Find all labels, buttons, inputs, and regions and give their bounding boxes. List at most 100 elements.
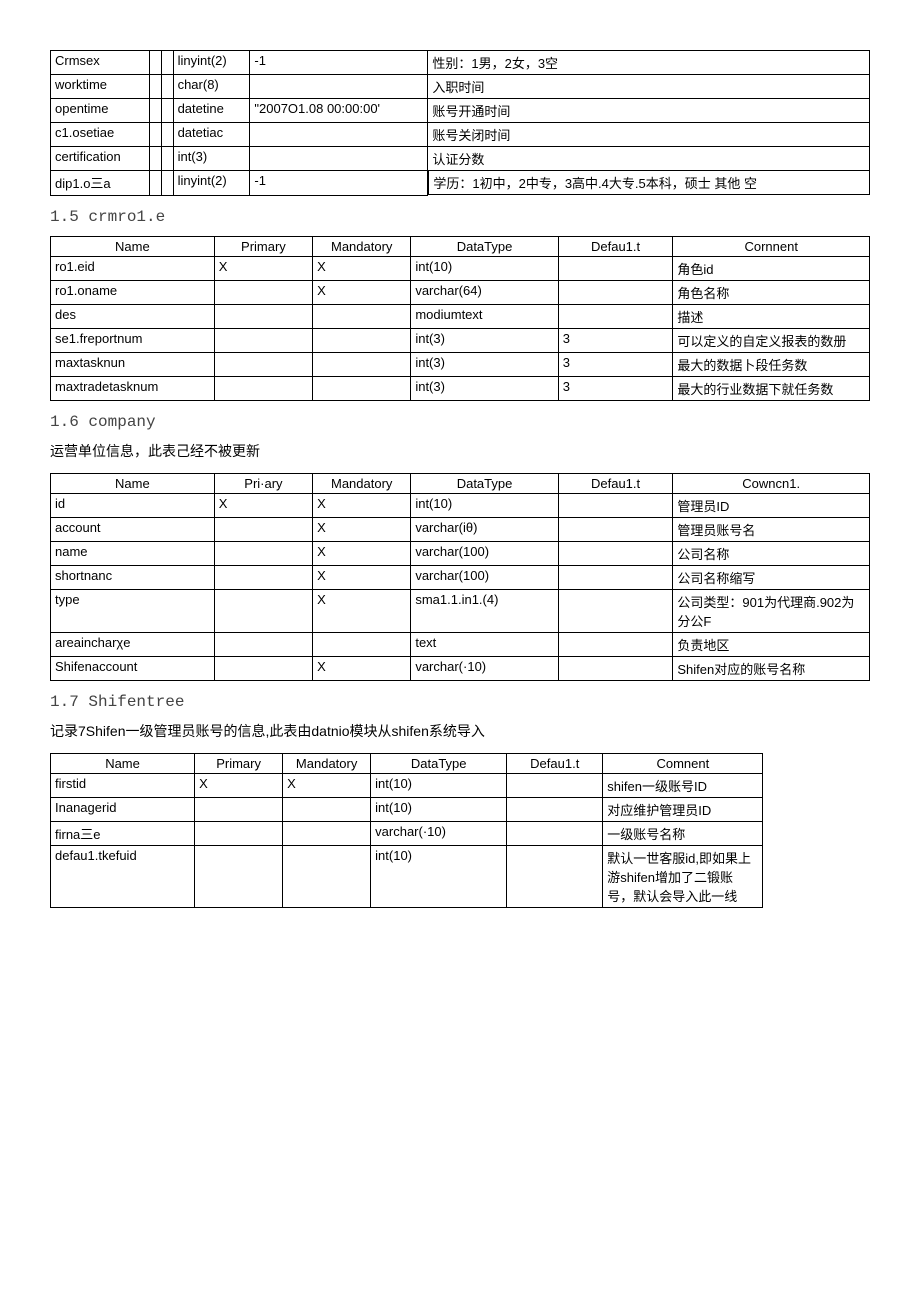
cell-default	[558, 541, 673, 565]
cell-datatype: varchar(·10)	[411, 656, 558, 680]
table-shifentree: Name Primary Mandatory DataType Defau1.t…	[50, 753, 763, 908]
cell-primary	[214, 328, 312, 352]
header-mandatory: Mandatory	[313, 473, 411, 493]
cell-datatype: int(10)	[371, 797, 507, 821]
cell-comment: 公司类型：901为代理商.902为分公F	[673, 589, 870, 632]
header-comment: Comnent	[603, 753, 763, 773]
cell-datatype: text	[411, 632, 558, 656]
cell-primary	[214, 656, 312, 680]
cell-default	[558, 493, 673, 517]
cell-mandatory: X	[313, 541, 411, 565]
table-row: ro1.eidXXint(10)角色id	[51, 256, 870, 280]
header-primary: Pri·ary	[214, 473, 312, 493]
cell-name: ro1.eid	[51, 256, 215, 280]
cell-primary	[195, 797, 283, 821]
cell-default: 3	[558, 328, 673, 352]
table-row: typeXsma1.1.in1.(4)公司类型：901为代理商.902为分公F	[51, 589, 870, 632]
cell-mandatory: X	[283, 773, 371, 797]
cell-name: id	[51, 493, 215, 517]
header-default: Defau1.t	[507, 753, 603, 773]
cell-primary	[214, 517, 312, 541]
cell-default	[558, 304, 673, 328]
cell-default	[250, 75, 428, 99]
header-name: Name	[51, 473, 215, 493]
cell-primary	[214, 304, 312, 328]
cell-comment: 认证分数	[428, 147, 870, 171]
table-row: defau1.tkefuidint(10)默认一世客服id,即如果上游shife…	[51, 845, 763, 907]
cell-datatype: int(3)	[173, 147, 250, 171]
cell-mandatory: X	[313, 280, 411, 304]
cell-default	[558, 632, 673, 656]
cell-datatype: datetiac	[173, 123, 250, 147]
cell-datatype: char(8)	[173, 75, 250, 99]
cell-datatype: varchar(·10)	[371, 821, 507, 845]
table-row: maxtradetasknumint(3)3最大的行业数据下就任务数	[51, 376, 870, 400]
table-row: shortnancXvarchar(100)公司名称缩写	[51, 565, 870, 589]
table-header-row: Name Primary Mandatory DataType Defau1.t…	[51, 753, 763, 773]
cell-name: Inanagerid	[51, 797, 195, 821]
cell-mandatory	[161, 99, 173, 123]
cell-comment: 性别：1男，2女，3空	[428, 51, 870, 75]
cell-datatype: int(3)	[411, 352, 558, 376]
cell-comment: Shifen对应的账号名称	[673, 656, 870, 680]
cell-primary	[149, 123, 161, 147]
table-row: firstidXXint(10)shifen一级账号ID	[51, 773, 763, 797]
header-primary: Primary	[195, 753, 283, 773]
cell-comment: 账号开通时间	[428, 99, 870, 123]
cell-datatype: int(3)	[411, 328, 558, 352]
cell-comment: 管理员账号名	[673, 517, 870, 541]
cell-name: firna三e	[51, 821, 195, 845]
cell-name: dip1.o三a	[51, 171, 150, 196]
table-row: areaincharχetext负责地区	[51, 632, 870, 656]
cell-datatype: int(10)	[411, 493, 558, 517]
cell-default	[558, 656, 673, 680]
cell-default	[558, 589, 673, 632]
header-mandatory: Mandatory	[313, 236, 411, 256]
cell-default	[558, 517, 673, 541]
cell-datatype: linyint(2)	[173, 171, 250, 196]
cell-comment: 角色名称	[673, 280, 870, 304]
table-row: Inanageridint(10)对应维护管理员ID	[51, 797, 763, 821]
cell-comment: 管理员ID	[673, 493, 870, 517]
cell-primary: X	[214, 256, 312, 280]
cell-comment: 负责地区	[673, 632, 870, 656]
cell-comment: 默认一世客服id,即如果上游shifen增加了二锻账号，默认会导入此一线	[603, 845, 763, 907]
table-row: dip1.o三alinyint(2)-1学历：1初中，2中专，3高中.4大专.5…	[51, 171, 870, 196]
cell-name: firstid	[51, 773, 195, 797]
cell-mandatory	[313, 376, 411, 400]
table-company: Name Pri·ary Mandatory DataType Defau1.t…	[50, 473, 870, 681]
cell-mandatory	[161, 123, 173, 147]
table-row: nameXvarchar(100)公司名称	[51, 541, 870, 565]
header-datatype: DataType	[411, 473, 558, 493]
cell-mandatory	[283, 845, 371, 907]
cell-mandatory	[283, 821, 371, 845]
cell-name: des	[51, 304, 215, 328]
cell-mandatory	[313, 352, 411, 376]
cell-name: maxtradetasknum	[51, 376, 215, 400]
cell-mandatory	[283, 797, 371, 821]
header-name: Name	[51, 753, 195, 773]
table-row: certificationint(3)认证分数	[51, 147, 870, 171]
cell-default	[558, 280, 673, 304]
cell-default	[507, 845, 603, 907]
cell-comment: 可以定义的自定义报表的数册	[673, 328, 870, 352]
cell-mandatory: X	[313, 656, 411, 680]
cell-mandatory	[161, 75, 173, 99]
cell-name: ro1.oname	[51, 280, 215, 304]
cell-datatype: varchar(64)	[411, 280, 558, 304]
cell-datatype: linyint(2)	[173, 51, 250, 75]
cell-primary	[149, 147, 161, 171]
cell-primary	[195, 821, 283, 845]
header-default: Defau1.t	[558, 473, 673, 493]
cell-comment: 学历：1初中，2中专，3高中.4大专.5本科，硕士 其他 空	[428, 171, 869, 195]
cell-primary	[214, 565, 312, 589]
cell-primary	[214, 280, 312, 304]
cell-comment: 账号关闭时间	[428, 123, 870, 147]
header-comment: Cornnent	[673, 236, 870, 256]
cell-default	[250, 123, 428, 147]
cell-default: 3	[558, 376, 673, 400]
cell-name: defau1.tkefuid	[51, 845, 195, 907]
table-row: firna三evarchar(·10)一级账号名称	[51, 821, 763, 845]
cell-name: Shifenaccount	[51, 656, 215, 680]
cell-name: type	[51, 589, 215, 632]
